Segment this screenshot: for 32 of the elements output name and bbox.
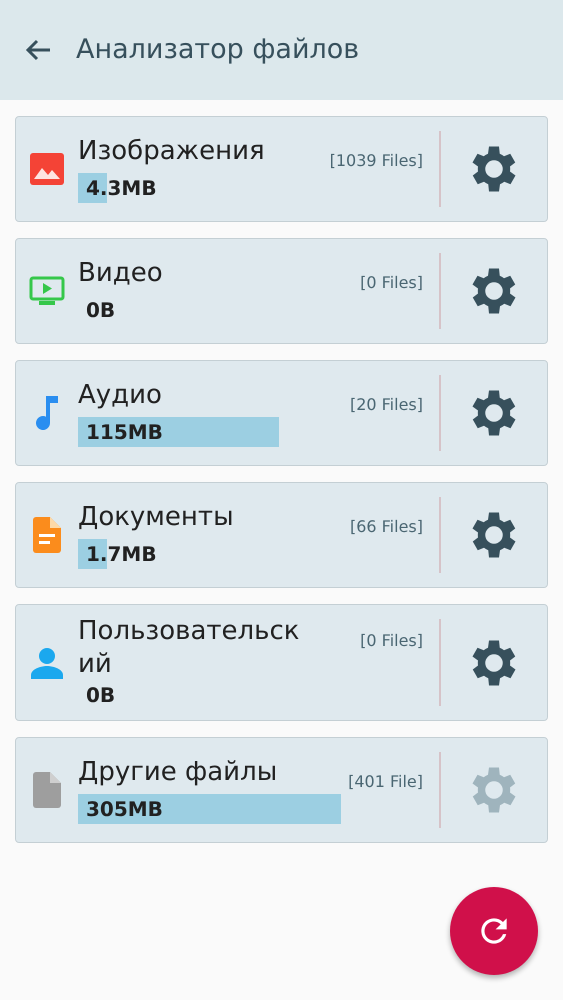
category-title: Документы — [78, 501, 234, 534]
image-icon — [29, 152, 65, 186]
file-count: [0 Files] — [359, 630, 424, 652]
category-card[interactable]: Видео [0 Files] 0B — [15, 238, 548, 344]
music-note-icon — [34, 394, 60, 432]
category-title: Изображения — [78, 135, 265, 168]
category-card[interactable]: Аудио [20 Files] 115MB — [15, 360, 548, 466]
file-count: [20 Files] — [348, 394, 424, 416]
size-label: 0B — [85, 297, 116, 324]
app-title: Анализатор файлов — [76, 32, 360, 67]
size-label: 305MB — [78, 794, 341, 824]
file-count: [401 File] — [347, 771, 424, 793]
category-card[interactable]: Пользовательский [0 Files] 0B — [15, 604, 548, 721]
category-title: Другие файлы — [78, 756, 278, 788]
file-count: [0 Files] — [359, 272, 424, 294]
category-card[interactable]: Изображения [1039 Files] 4.3MB — [15, 116, 548, 222]
category-title: Аудио — [78, 379, 162, 412]
size-label: 4.3MB — [78, 173, 157, 203]
back-icon[interactable] — [24, 38, 52, 62]
file-icon — [33, 772, 61, 808]
size-label: 0B — [85, 682, 116, 709]
person-icon — [30, 646, 64, 678]
file-count: [66 Files] — [348, 516, 424, 538]
category-card[interactable]: Документы [66 Files] 1.7MB — [15, 482, 548, 588]
monitor-play-icon — [29, 276, 65, 306]
document-icon — [33, 517, 61, 553]
size-label: 115MB — [78, 417, 279, 447]
refresh-button[interactable] — [450, 887, 538, 975]
size-label: 1.7MB — [78, 539, 157, 569]
category-title: Видео — [78, 257, 163, 290]
file-count: [1039 Files] — [328, 150, 424, 172]
category-title: Пользовательский — [78, 615, 300, 680]
